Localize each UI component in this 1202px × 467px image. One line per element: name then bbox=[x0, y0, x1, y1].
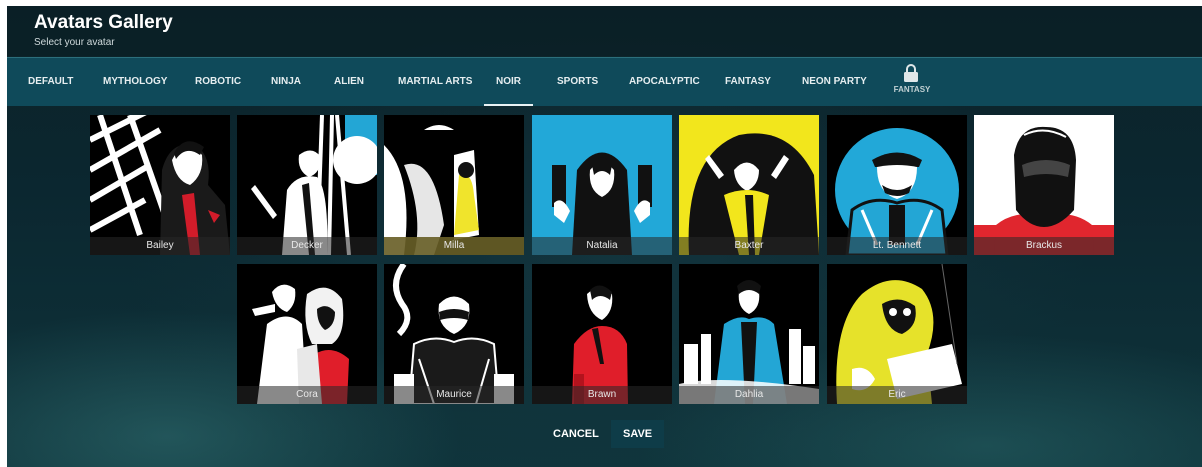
avatar-name: Dahlia bbox=[679, 386, 819, 404]
avatar-image bbox=[679, 115, 819, 255]
tab-fantasy-locked[interactable]: FANTASY bbox=[887, 58, 937, 106]
avatar-image bbox=[532, 115, 672, 255]
page-title: Avatars Gallery bbox=[34, 12, 173, 33]
avatar-image bbox=[679, 264, 819, 404]
tab-default[interactable]: DEFAULT bbox=[28, 58, 73, 106]
avatar-name: Baxter bbox=[679, 237, 819, 255]
avatar-card-bailey[interactable]: Bailey bbox=[90, 115, 230, 255]
avatar-card-baxter[interactable]: Baxter bbox=[679, 115, 819, 255]
avatar-image bbox=[384, 115, 524, 255]
avatar-card-lt-bennett[interactable]: Lt. Bennett bbox=[827, 115, 967, 255]
avatar-card-milla[interactable]: Milla bbox=[384, 115, 524, 255]
tab-alien[interactable]: ALIEN bbox=[334, 58, 364, 106]
cancel-button[interactable]: CANCEL bbox=[541, 420, 611, 448]
page-subtitle: Select your avatar bbox=[34, 37, 115, 48]
save-button[interactable]: SAVE bbox=[611, 420, 665, 448]
avatar-image bbox=[237, 264, 377, 404]
avatar-name: Natalia bbox=[532, 237, 672, 255]
locked-tab-label: FANTASY bbox=[893, 85, 931, 94]
avatar-card-brackus[interactable]: Brackus bbox=[974, 115, 1114, 255]
avatar-name: Milla bbox=[384, 237, 524, 255]
avatar-name: Brackus bbox=[974, 237, 1114, 255]
tab-mythology[interactable]: MYTHOLOGY bbox=[103, 58, 167, 106]
lock-icon bbox=[904, 64, 918, 82]
avatar-name: Bailey bbox=[90, 237, 230, 255]
avatar-name: Maurice bbox=[384, 386, 524, 404]
avatar-card-cora[interactable]: Cora bbox=[237, 264, 377, 404]
avatar-name: Decker bbox=[237, 237, 377, 255]
dialog-header: Avatars Gallery Select your avatar bbox=[7, 6, 1202, 56]
avatar-card-brawn[interactable]: Brawn bbox=[532, 264, 672, 404]
avatar-card-decker[interactable]: Decker bbox=[237, 115, 377, 255]
avatar-image bbox=[827, 264, 967, 404]
avatar-card-eric[interactable]: Eric bbox=[827, 264, 967, 404]
avatar-image bbox=[237, 115, 377, 255]
avatar-gallery-dialog: Avatars Gallery Select your avatar DEFAU… bbox=[7, 6, 1202, 467]
avatar-image bbox=[827, 115, 967, 255]
category-tabs: DEFAULT MYTHOLOGY ROBOTIC NINJA ALIEN MA… bbox=[7, 57, 1202, 106]
tab-ninja[interactable]: NINJA bbox=[271, 58, 301, 106]
tab-sports[interactable]: SPORTS bbox=[557, 58, 598, 106]
avatar-image bbox=[384, 264, 524, 404]
avatar-image bbox=[974, 115, 1114, 255]
avatar-image bbox=[90, 115, 230, 255]
tab-martial-arts[interactable]: MARTIAL ARTS bbox=[398, 58, 472, 106]
avatar-name: Cora bbox=[237, 386, 377, 404]
avatar-card-natalia[interactable]: Natalia bbox=[532, 115, 672, 255]
avatar-card-dahlia[interactable]: Dahlia bbox=[679, 264, 819, 404]
avatar-name: Lt. Bennett bbox=[827, 237, 967, 255]
tab-robotic[interactable]: ROBOTIC bbox=[195, 58, 241, 106]
avatar-image bbox=[532, 264, 672, 404]
avatar-card-maurice[interactable]: Maurice bbox=[384, 264, 524, 404]
tab-fantasy[interactable]: FANTASY bbox=[725, 58, 771, 106]
avatar-name: Eric bbox=[827, 386, 967, 404]
tab-noir[interactable]: NOIR bbox=[484, 58, 533, 106]
tab-apocalyptic[interactable]: APOCALYPTIC bbox=[629, 58, 700, 106]
avatar-name: Brawn bbox=[532, 386, 672, 404]
tab-neon-party[interactable]: NEON PARTY bbox=[802, 58, 867, 106]
